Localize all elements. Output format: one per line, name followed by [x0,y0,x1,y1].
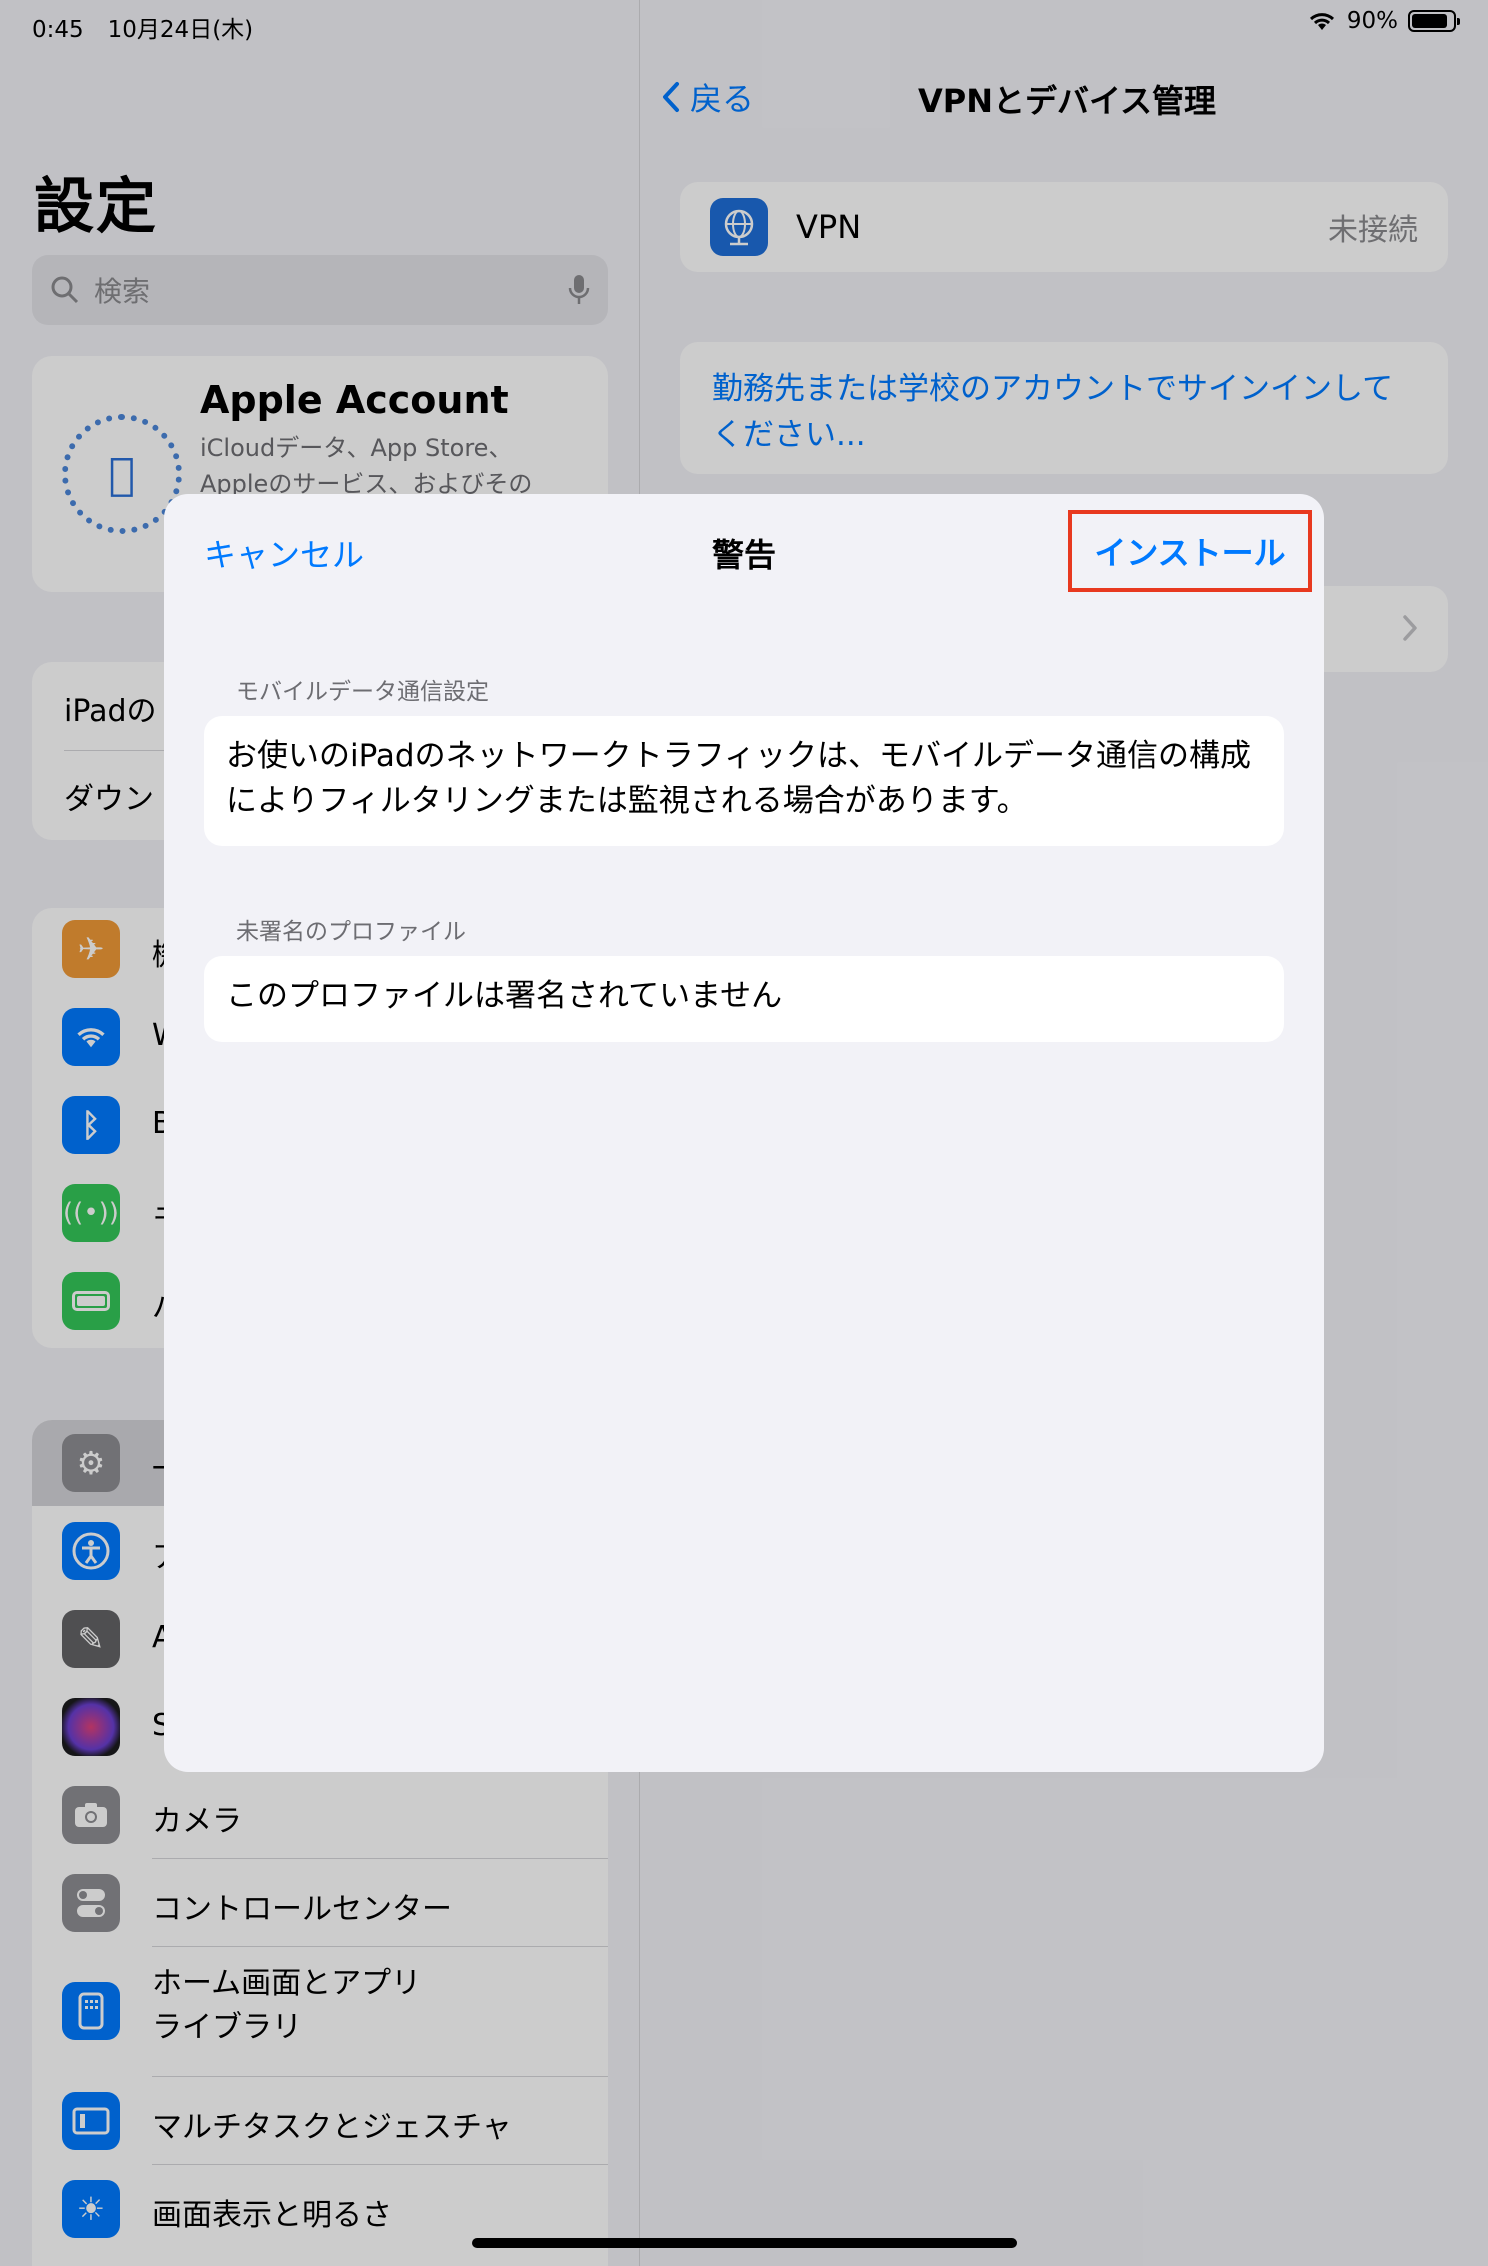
unsigned-profile-text: このプロファイルは署名されていません [204,956,1284,1042]
home-indicator[interactable] [472,2238,1017,2248]
warning-sheet: 警告 キャンセル インストール モバイルデータ通信設定 お使いのiPadのネット… [164,494,1324,1772]
install-button[interactable]: インストール [1068,510,1312,592]
section-header-cellular: モバイルデータ通信設定 [236,679,489,705]
section-header-unsigned: 未署名のプロファイル [236,919,466,945]
cancel-button[interactable]: キャンセル [204,530,364,576]
cellular-warning-text: お使いのiPadのネットワークトラフィックは、モバイルデータ通信の構成によりフィ… [204,716,1284,846]
